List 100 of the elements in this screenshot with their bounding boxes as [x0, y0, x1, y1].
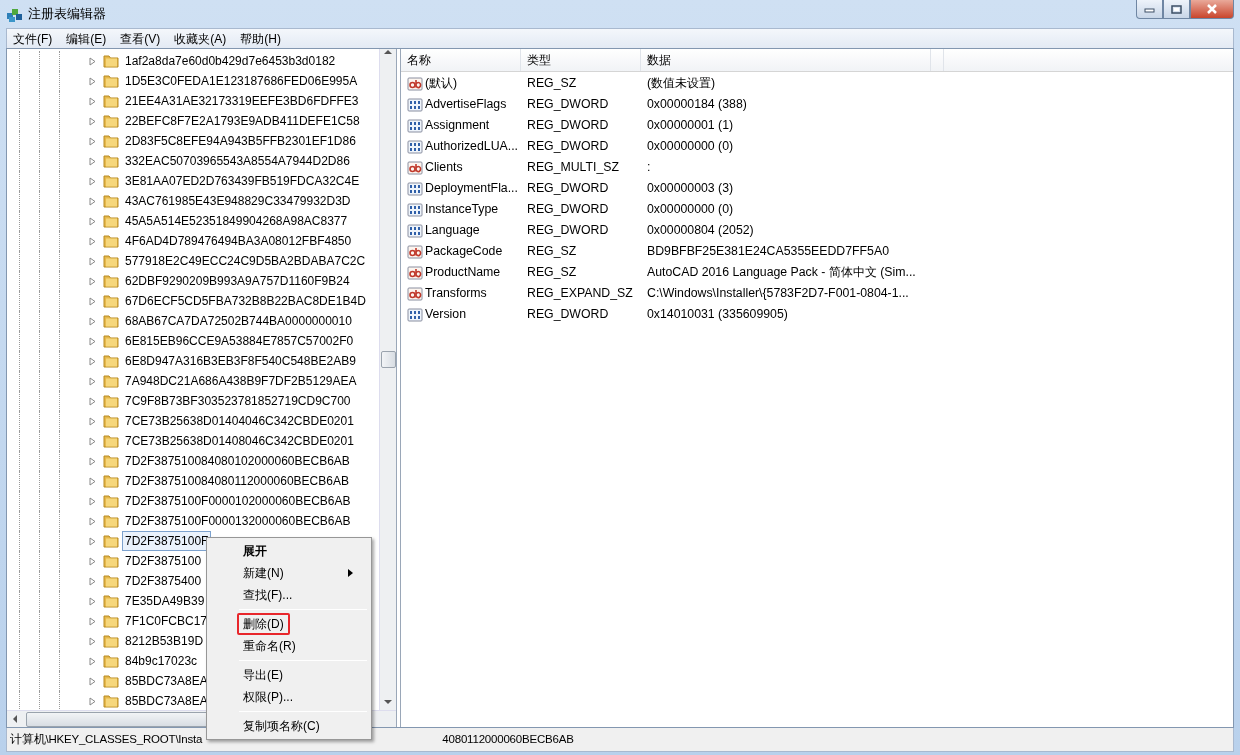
tree-node[interactable]: 1D5E3C0FEDA1E123187686FED06E995A — [122, 71, 361, 91]
tree-node[interactable]: 43AC761985E43E948829C33479932D3D — [122, 191, 354, 211]
tree-node[interactable]: 7F1C0FCBC17 — [122, 611, 211, 631]
folder-icon — [103, 213, 119, 229]
value-name[interactable]: DeploymentFla... — [425, 179, 518, 198]
value-name[interactable]: (默认) — [425, 74, 458, 93]
column-header[interactable]: 名称 — [401, 49, 521, 71]
minimize-button[interactable] — [1136, 0, 1163, 19]
value-type: REG_EXPAND_SZ — [526, 285, 634, 303]
tree-node[interactable]: 7D2F387510084080112000060BECB6AB — [122, 471, 352, 491]
menu-item[interactable]: 收藏夹(A) — [168, 29, 233, 48]
value-name[interactable]: PackageCode — [425, 242, 503, 261]
tree-node[interactable]: 62DBF9290209B993A9A757D1160F9B24 — [122, 271, 353, 291]
menu-item[interactable]: 帮助(H) — [234, 29, 287, 48]
status-path: 4080112000060BECB6AB — [442, 731, 574, 747]
tree-node[interactable]: 577918E2C49ECC24C9D5BA2BDABA7C2C — [122, 251, 369, 271]
maximize-icon — [1171, 4, 1182, 14]
tree-node[interactable]: 7C9F8B73BF303523781852719CD9C700 — [122, 391, 354, 411]
folder-icon — [103, 273, 119, 289]
tree-node[interactable]: 7CE73B25638D01404046C342CBDE0201 — [122, 411, 357, 431]
folder-icon — [103, 613, 119, 629]
binary-value-icon — [407, 96, 423, 113]
value-name[interactable]: AdvertiseFlags — [425, 95, 507, 114]
tree-node[interactable]: 84b9c17023c — [122, 651, 201, 671]
value-name[interactable]: AuthorizedLUA... — [425, 137, 518, 156]
value-name[interactable]: InstanceType — [425, 200, 499, 219]
tree-node[interactable]: 67D6ECF5CD5FBA732B8B22BAC8DE1B4D — [122, 291, 369, 311]
menu-item[interactable]: 查看(V) — [114, 29, 167, 48]
menu-item[interactable]: 查找(F)... — [237, 584, 299, 606]
menu-item[interactable]: 编辑(E) — [60, 29, 113, 48]
vertical-scrollbar[interactable] — [379, 49, 396, 710]
string-value-icon — [407, 159, 423, 176]
menu-item[interactable]: 删除(D) — [237, 613, 290, 635]
tree-node[interactable]: 7D2F3875400 — [122, 571, 205, 591]
string-value-icon — [407, 264, 423, 281]
tree-node[interactable]: 332EAC50703965543A8554A7944D2D86 — [122, 151, 353, 171]
folder-icon — [103, 393, 119, 409]
tree-node[interactable]: 7D2F3875100 — [122, 551, 205, 571]
menu-item[interactable]: 复制项名称(C) — [237, 715, 326, 737]
tree-node[interactable]: 7D2F3875100F0000132000060BECB6AB — [122, 511, 354, 531]
folder-icon — [103, 173, 119, 189]
tree-node[interactable]: 68AB67CA7DA72502B744BA0000000010 — [122, 311, 355, 331]
close-button[interactable] — [1190, 0, 1234, 19]
folder-icon — [103, 113, 119, 129]
folder-icon — [103, 333, 119, 349]
value-data: : — [646, 159, 652, 177]
scroll-thumb[interactable] — [380, 351, 396, 368]
menu-item[interactable]: 文件(F) — [7, 29, 59, 48]
tree-node[interactable]: 6E8D947A316B3EB3F8F540C548BE2AB9 — [122, 351, 359, 371]
menu-item[interactable]: 新建(N) — [237, 562, 369, 584]
tree-node[interactable]: 7E35DA49B39 — [122, 591, 208, 611]
maximize-button[interactable] — [1163, 0, 1190, 19]
value-name[interactable]: Assignment — [425, 116, 490, 135]
value-data: 0x00000000 (0) — [646, 138, 735, 156]
menu-item[interactable]: 导出(E) — [237, 664, 289, 686]
menu-item[interactable]: 展开 — [237, 540, 273, 562]
column-header[interactable]: 数据 — [641, 49, 931, 71]
binary-value-icon — [407, 222, 423, 239]
value-name[interactable]: Transforms — [425, 284, 487, 303]
tree-node[interactable]: 22BEFC8F7E2A1793E9ADB411DEFE1C58 — [122, 111, 363, 131]
folder-icon — [103, 693, 119, 709]
tree-node[interactable]: 8212B53B19D — [122, 631, 207, 651]
menu-item[interactable]: 权限(P)... — [237, 686, 299, 708]
value-name[interactable]: Language — [425, 221, 480, 240]
tree-node[interactable]: 7A948DC21A686A438B9F7DF2B5129AEA — [122, 371, 360, 391]
tree-node[interactable]: 7D2F3875100F — [122, 531, 212, 551]
binary-value-icon — [407, 138, 423, 155]
value-type: REG_DWORD — [526, 180, 610, 198]
scroll-down-icon — [384, 699, 392, 705]
tree-node[interactable]: 2D83F5C8EFE94A943B5FFB2301EF1D86 — [122, 131, 359, 151]
string-value-icon — [407, 243, 423, 260]
value-type: REG_DWORD — [526, 306, 610, 324]
tree-node[interactable]: 7D2F387510084080102000060BECB6AB — [122, 451, 353, 471]
value-data: 0x00000184 (388) — [646, 96, 748, 114]
folder-icon — [103, 653, 119, 669]
tree-node[interactable]: 45A5A514E52351849904268A98AC8377 — [122, 211, 351, 231]
folder-icon — [103, 313, 119, 329]
value-data: 0x00000003 (3) — [646, 180, 735, 198]
tree-node[interactable]: 7D2F3875100F0000102000060BECB6AB — [122, 491, 354, 511]
tree-node[interactable]: 3E81AA07ED2D763439FB519FDCA32C4E — [122, 171, 363, 191]
tree-node[interactable]: 21EE4A31AE32173319EEFE3BD6FDFFE3 — [122, 91, 362, 111]
value-name[interactable]: Clients — [425, 158, 463, 177]
folder-icon — [103, 553, 119, 569]
tree-node[interactable]: 4F6AD4D789476494BA3A08012FBF4850 — [122, 231, 355, 251]
value-type: REG_SZ — [526, 75, 578, 93]
folder-icon — [103, 493, 119, 509]
value-name[interactable]: Version — [425, 305, 466, 324]
tree-node[interactable]: 7CE73B25638D01408046C342CBDE0201 — [122, 431, 357, 451]
tree-node[interactable]: 1af2a8da7e60d0b429d7e6453b3d0182 — [122, 51, 339, 71]
binary-value-icon — [407, 306, 423, 323]
value-data: AutoCAD 2016 Language Pack - 简体中文 (Sim... — [646, 264, 917, 282]
folder-icon — [103, 513, 119, 529]
tree-node[interactable]: 6E815EB96CCE9A53884E7857C57002F0 — [122, 331, 357, 351]
value-name[interactable]: ProductName — [425, 263, 501, 282]
value-data: BD9BFBF25E381E24CA5355EEDD7FF5A0 — [646, 243, 890, 261]
folder-icon — [103, 433, 119, 449]
value-data: 0x00000001 (1) — [646, 117, 735, 135]
close-icon — [1206, 4, 1218, 14]
column-header[interactable]: 类型 — [521, 49, 641, 71]
menu-item[interactable]: 重命名(R) — [237, 635, 302, 657]
